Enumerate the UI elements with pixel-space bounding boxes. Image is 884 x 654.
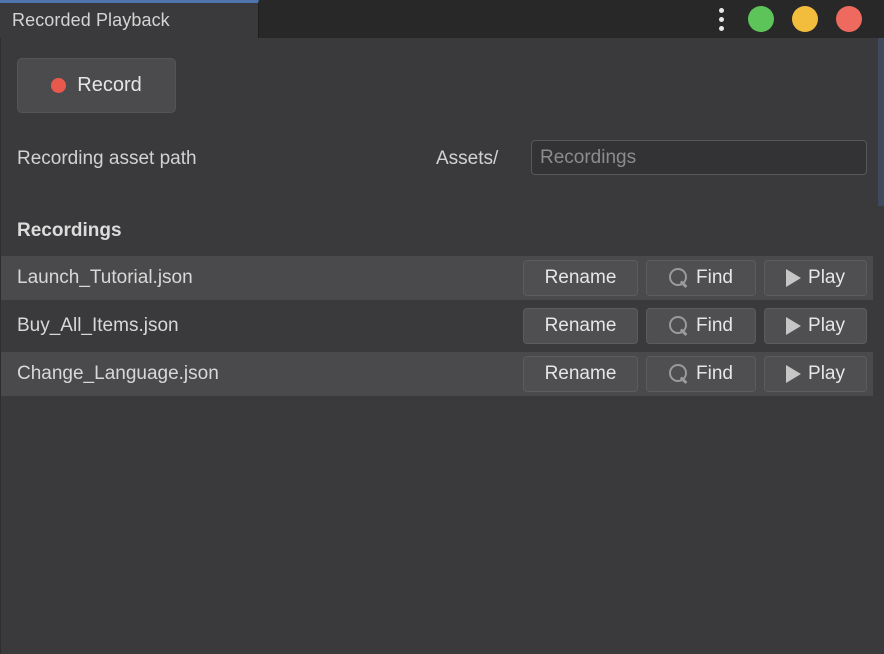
find-button-label: Find: [696, 267, 733, 289]
rename-button[interactable]: Rename: [523, 308, 638, 344]
play-icon: [786, 317, 801, 335]
search-icon: [669, 364, 689, 384]
recording-name: Change_Language.json: [17, 363, 219, 385]
kebab-menu-icon[interactable]: [712, 6, 730, 32]
play-button[interactable]: Play: [764, 260, 867, 296]
close-button[interactable]: [836, 6, 862, 32]
title-bar: Recorded Playback: [0, 0, 884, 38]
asset-path-label: Recording asset path: [17, 148, 197, 170]
row-actions: Rename Find Play: [523, 260, 867, 296]
play-button[interactable]: Play: [764, 356, 867, 392]
play-button[interactable]: Play: [764, 308, 867, 344]
rename-button-label: Rename: [545, 363, 617, 385]
find-button[interactable]: Find: [646, 356, 756, 392]
find-button-label: Find: [696, 363, 733, 385]
row-actions: Rename Find Play: [523, 308, 867, 344]
table-row[interactable]: Buy_All_Items.json Rename Find Play: [1, 304, 873, 348]
search-icon: [669, 316, 689, 336]
assets-prefix-label: Assets/: [436, 148, 498, 170]
play-button-label: Play: [808, 363, 845, 385]
rename-button-label: Rename: [545, 267, 617, 289]
recordings-section-header: Recordings: [17, 220, 122, 242]
window-controls: [712, 0, 862, 38]
kebab-dot: [719, 17, 724, 22]
row-actions: Rename Find Play: [523, 356, 867, 392]
record-button-label: Record: [77, 74, 141, 97]
kebab-dot: [719, 8, 724, 13]
rename-button-label: Rename: [545, 315, 617, 337]
maximize-button[interactable]: [748, 6, 774, 32]
find-button-label: Find: [696, 315, 733, 337]
find-button[interactable]: Find: [646, 308, 756, 344]
tab-recorded-playback[interactable]: Recorded Playback: [0, 0, 259, 38]
rename-button[interactable]: Rename: [523, 260, 638, 296]
main-panel: Record Recording asset path Assets/ Reco…: [0, 38, 884, 654]
record-button[interactable]: Record: [17, 58, 176, 113]
kebab-dot: [719, 26, 724, 31]
minimize-button[interactable]: [792, 6, 818, 32]
play-button-label: Play: [808, 315, 845, 337]
table-row[interactable]: Change_Language.json Rename Find Play: [1, 352, 873, 396]
record-dot-icon: [51, 78, 66, 93]
tab-label: Recorded Playback: [12, 10, 170, 31]
play-icon: [786, 365, 801, 383]
rename-button[interactable]: Rename: [523, 356, 638, 392]
search-icon: [669, 268, 689, 288]
find-button[interactable]: Find: [646, 260, 756, 296]
play-icon: [786, 269, 801, 287]
recordings-list: Launch_Tutorial.json Rename Find Play Bu…: [1, 256, 884, 396]
asset-path-input[interactable]: [531, 140, 867, 175]
recording-name: Buy_All_Items.json: [17, 315, 179, 337]
table-row[interactable]: Launch_Tutorial.json Rename Find Play: [1, 256, 873, 300]
asset-path-row: Recording asset path Assets/: [1, 138, 884, 196]
play-button-label: Play: [808, 267, 845, 289]
recording-name: Launch_Tutorial.json: [17, 267, 193, 289]
